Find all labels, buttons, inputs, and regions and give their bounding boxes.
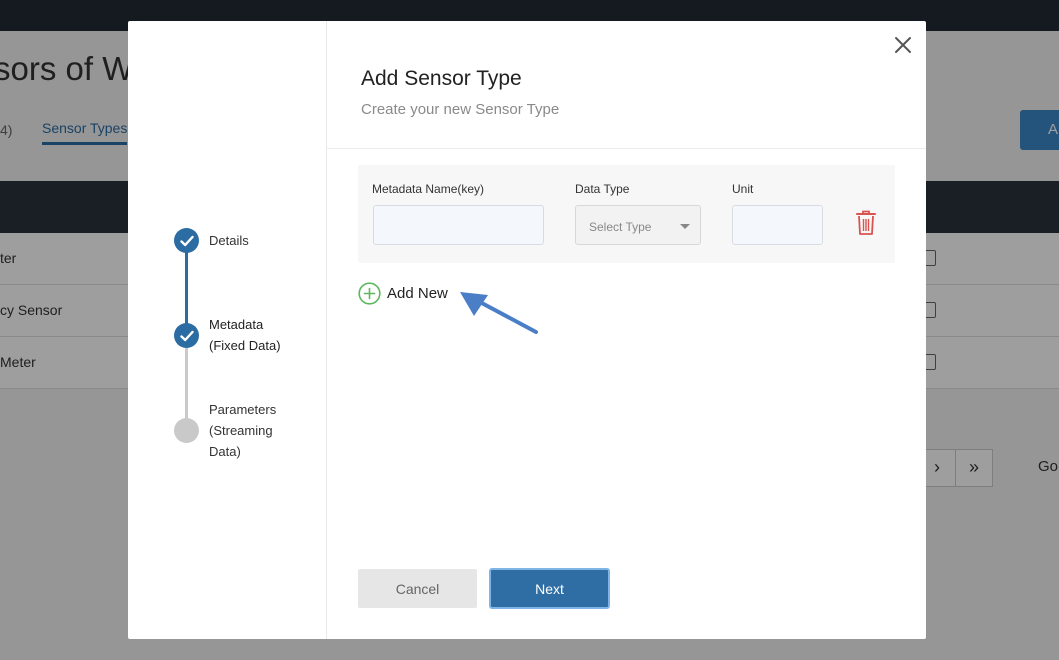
metadata-name-label: Metadata Name(key) [372, 182, 485, 196]
trash-icon[interactable] [855, 209, 877, 236]
unit-label: Unit [732, 182, 754, 196]
step-details-label: Details [209, 233, 249, 248]
check-icon [174, 228, 199, 253]
add-new-metadata-button[interactable]: Add New [358, 281, 448, 305]
data-type-label: Data Type [575, 182, 630, 196]
close-icon[interactable] [893, 35, 913, 55]
annotation-arrow-icon [460, 292, 538, 334]
step-parameters-label: Parameters (Streaming Data) [209, 402, 277, 459]
cancel-button[interactable]: Cancel [358, 569, 477, 608]
next-button[interactable]: Next [489, 568, 610, 609]
add-new-label: Add New [387, 284, 448, 302]
modal-content: Add Sensor Type Create your new Sensor T… [327, 21, 926, 639]
data-type-placeholder: Select Type [589, 220, 652, 234]
modal-header: Add Sensor Type Create your new Sensor T… [327, 21, 926, 149]
chevron-down-icon [680, 224, 690, 229]
step-connector [185, 241, 188, 335]
step-pending-indicator [174, 418, 199, 443]
unit-input[interactable] [732, 205, 823, 245]
metadata-row: Metadata Name(key) Data Type Select Type… [358, 165, 895, 263]
stepper: Details Metadata (Fixed Data) Parameters… [128, 21, 327, 639]
add-sensor-type-modal: Details Metadata (Fixed Data) Parameters… [128, 21, 926, 639]
check-icon [174, 323, 199, 348]
plus-circle-icon [358, 281, 381, 305]
step-metadata-label: Metadata (Fixed Data) [209, 317, 281, 353]
modal-subtitle: Create your new Sensor Type [361, 101, 560, 118]
metadata-name-input[interactable] [373, 205, 544, 245]
data-type-select[interactable]: Select Type [575, 205, 701, 245]
modal-title: Add Sensor Type [361, 67, 522, 90]
